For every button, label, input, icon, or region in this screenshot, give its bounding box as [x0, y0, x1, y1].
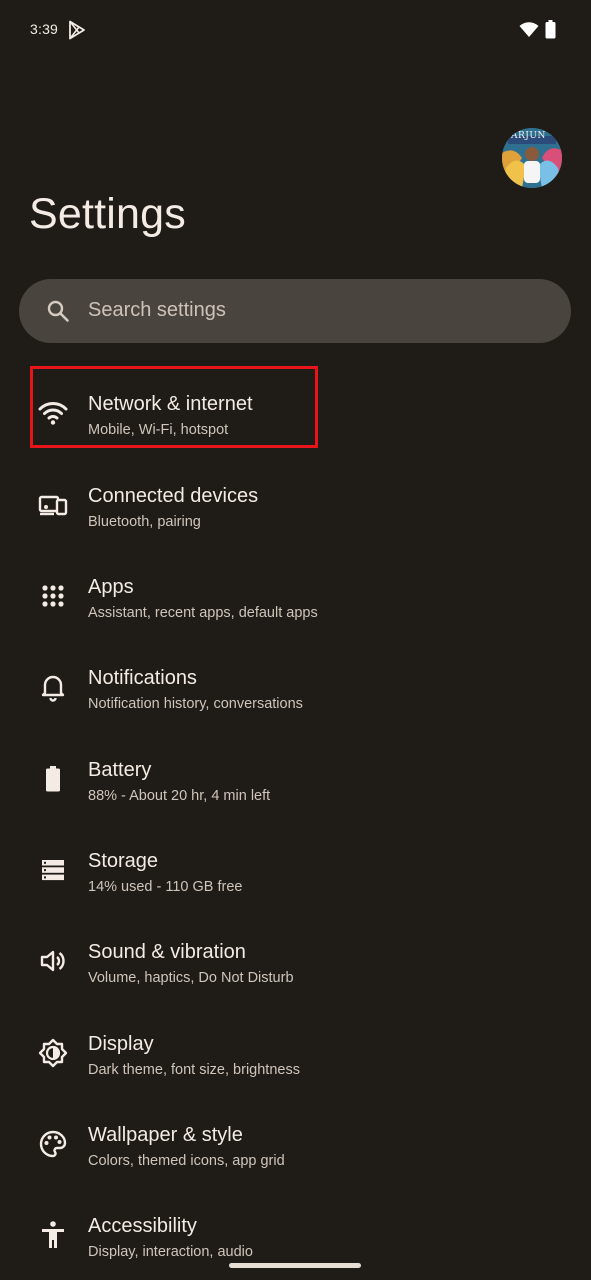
storage-icon	[42, 860, 64, 881]
status-bar: 3:39	[0, 0, 591, 60]
setting-item-storage[interactable]: Storage 14% used - 110 GB free	[0, 825, 591, 915]
setting-item-sound[interactable]: Sound & vibration Volume, haptics, Do No…	[0, 916, 591, 1006]
page-title: Settings	[29, 190, 186, 238]
setting-title: Accessibility	[88, 1215, 197, 1237]
speaker-icon	[40, 950, 65, 972]
setting-item-display[interactable]: Display Dark theme, font size, brightnes…	[0, 1008, 591, 1098]
brightness-icon	[38, 1038, 68, 1068]
setting-item-wallpaper[interactable]: Wallpaper & style Colors, themed icons, …	[0, 1099, 591, 1189]
setting-subtitle: 88% - About 20 hr, 4 min left	[88, 788, 271, 804]
search-icon	[47, 300, 69, 322]
play-store-icon	[69, 20, 85, 40]
setting-subtitle: Display, interaction, audio	[88, 1244, 253, 1260]
search-bar[interactable]: Search settings	[19, 279, 571, 343]
setting-item-apps[interactable]: Apps Assistant, recent apps, default app…	[0, 551, 591, 641]
setting-item-connected-devices[interactable]: Connected devices Bluetooth, pairing	[0, 460, 591, 550]
setting-subtitle: Dark theme, font size, brightness	[88, 1062, 300, 1078]
avatar-text: ARJUN	[511, 131, 546, 141]
setting-title: Apps	[88, 576, 134, 598]
setting-item-notifications[interactable]: Notifications Notification history, conv…	[0, 642, 591, 732]
accessibility-icon	[42, 1221, 64, 1248]
setting-title: Connected devices	[88, 485, 259, 507]
setting-subtitle: 14% used - 110 GB free	[88, 879, 243, 895]
search-placeholder: Search settings	[88, 299, 226, 321]
apps-grid-icon	[42, 585, 64, 607]
palette-icon	[39, 1130, 67, 1158]
home-indicator[interactable]	[229, 1263, 361, 1268]
avatar[interactable]: ARJUN	[502, 128, 562, 188]
setting-subtitle: Colors, themed icons, app grid	[88, 1153, 285, 1169]
setting-title: Wallpaper & style	[88, 1124, 243, 1146]
setting-subtitle: Bluetooth, pairing	[88, 514, 201, 530]
setting-subtitle: Volume, haptics, Do Not Disturb	[88, 970, 294, 986]
status-time: 3:39	[30, 21, 59, 37]
setting-subtitle: Assistant, recent apps, default apps	[88, 605, 318, 621]
battery-status-icon	[545, 20, 556, 39]
devices-icon	[38, 495, 68, 516]
setting-title: Battery	[88, 759, 152, 781]
setting-title: Notifications	[88, 667, 197, 689]
setting-item-battery[interactable]: Battery 88% - About 20 hr, 4 min left	[0, 734, 591, 824]
bell-icon	[41, 675, 65, 702]
setting-title: Display	[88, 1033, 154, 1055]
setting-subtitle: Notification history, conversations	[88, 696, 303, 712]
highlight-box	[30, 366, 318, 448]
setting-title: Sound & vibration	[88, 941, 246, 963]
wifi-status-icon	[519, 22, 539, 37]
setting-title: Storage	[88, 850, 159, 872]
battery-icon	[46, 766, 60, 792]
